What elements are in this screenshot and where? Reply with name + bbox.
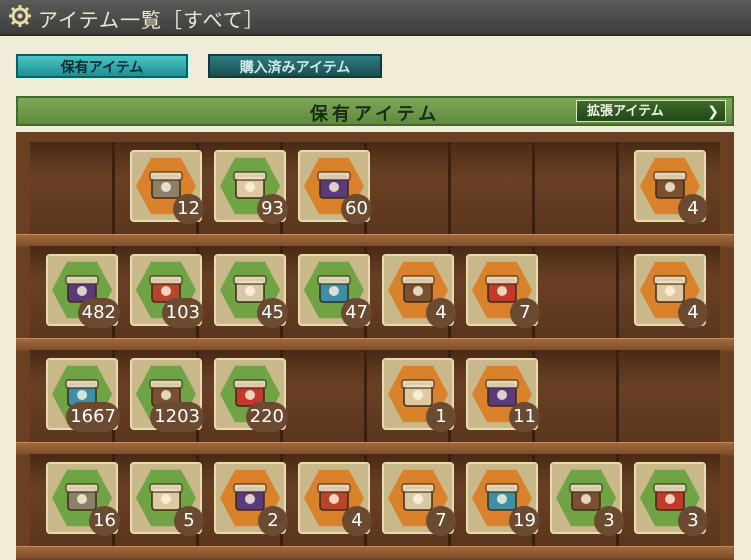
shelf-divider bbox=[112, 142, 115, 234]
item-slot[interactable]: 16 bbox=[46, 462, 120, 536]
expand-items-label: 拡張アイテム bbox=[587, 104, 664, 119]
item-count-badge: 1203 bbox=[150, 402, 204, 432]
item-slot[interactable]: 7 bbox=[382, 462, 456, 536]
item-slot[interactable]: 4 bbox=[382, 254, 456, 328]
item-slot[interactable]: 3 bbox=[550, 462, 624, 536]
item-count-badge: 3 bbox=[594, 506, 624, 536]
item-slot[interactable]: 60 bbox=[298, 150, 372, 224]
shelf-divider bbox=[616, 246, 619, 338]
item-shelf: 12 93 60 4 482 103 45 47 4 7 4 1667 1203 220 1 11 16 5 2 4 7… bbox=[16, 132, 734, 560]
shelf-divider bbox=[364, 350, 367, 442]
item-count-badge: 7 bbox=[426, 506, 456, 536]
item-count-badge: 482 bbox=[77, 298, 120, 328]
shelf-divider bbox=[532, 142, 535, 234]
item-slot[interactable]: 7 bbox=[466, 254, 540, 328]
shelf-plank bbox=[16, 546, 734, 559]
page-title: アイテム一覧［すべて］ bbox=[38, 8, 265, 32]
item-count-badge: 1667 bbox=[66, 402, 120, 432]
item-slot[interactable]: 103 bbox=[130, 254, 204, 328]
chevron-right-icon: ❯ bbox=[707, 104, 719, 120]
item-count-badge: 4 bbox=[426, 298, 456, 328]
item-count-badge: 4 bbox=[678, 298, 708, 328]
shelf-divider bbox=[448, 142, 451, 234]
item-count-badge: 3 bbox=[678, 506, 708, 536]
item-slot[interactable]: 2 bbox=[214, 462, 288, 536]
tab-owned-items[interactable]: 保有アイテム bbox=[16, 54, 188, 78]
item-count-badge: 220 bbox=[245, 402, 288, 432]
item-slot[interactable]: 12 bbox=[130, 150, 204, 224]
item-count-badge: 93 bbox=[257, 194, 288, 224]
item-slot[interactable]: 11 bbox=[466, 358, 540, 432]
item-slot[interactable]: 1203 bbox=[130, 358, 204, 432]
item-slot[interactable]: 5 bbox=[130, 462, 204, 536]
item-count-badge: 11 bbox=[509, 402, 540, 432]
item-slot[interactable]: 220 bbox=[214, 358, 288, 432]
item-slot[interactable]: 1667 bbox=[46, 358, 120, 432]
item-count-badge: 47 bbox=[341, 298, 372, 328]
item-slot[interactable]: 47 bbox=[298, 254, 372, 328]
expand-items-button[interactable]: 拡張アイテム ❯ bbox=[576, 100, 726, 122]
item-slot[interactable]: 19 bbox=[466, 462, 540, 536]
item-count-badge: 45 bbox=[257, 298, 288, 328]
item-count-badge: 2 bbox=[258, 506, 288, 536]
item-slot[interactable]: 45 bbox=[214, 254, 288, 328]
item-count-badge: 19 bbox=[509, 506, 540, 536]
title-bar: アイテム一覧［すべて］ bbox=[0, 0, 751, 36]
tab-purchased-items[interactable]: 購入済みアイテム bbox=[208, 54, 382, 78]
item-count-badge: 16 bbox=[89, 506, 120, 536]
item-slot[interactable]: 3 bbox=[634, 462, 708, 536]
item-slot[interactable]: 4 bbox=[634, 254, 708, 328]
item-count-badge: 4 bbox=[678, 194, 708, 224]
item-count-badge: 7 bbox=[510, 298, 540, 328]
item-count-badge: 5 bbox=[174, 506, 204, 536]
item-slot[interactable]: 482 bbox=[46, 254, 120, 328]
item-count-badge: 12 bbox=[173, 194, 204, 224]
item-slot[interactable]: 1 bbox=[382, 358, 456, 432]
item-slot[interactable]: 93 bbox=[214, 150, 288, 224]
gear-icon bbox=[9, 5, 31, 27]
item-count-badge: 4 bbox=[342, 506, 372, 536]
shelf-divider bbox=[616, 350, 619, 442]
item-count-badge: 1 bbox=[426, 402, 456, 432]
item-slot[interactable]: 4 bbox=[298, 462, 372, 536]
item-count-badge: 103 bbox=[161, 298, 204, 328]
section-header: 保有アイテム 拡張アイテム ❯ bbox=[16, 96, 734, 126]
item-count-badge: 60 bbox=[341, 194, 372, 224]
item-slot[interactable]: 4 bbox=[634, 150, 708, 224]
shelf-divider bbox=[616, 142, 619, 234]
